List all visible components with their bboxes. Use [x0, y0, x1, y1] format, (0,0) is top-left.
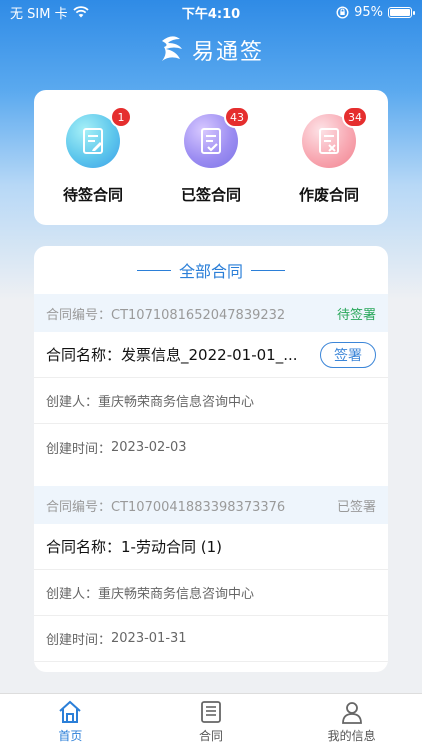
created-time-label: 创建时间： [46, 441, 112, 457]
contract-number: CT1070041883398373376 [111, 499, 286, 515]
home-icon [59, 700, 81, 723]
creator-label: 创建人： [46, 395, 99, 410]
contract-header: 合同编号：CT1071081652047839232 待签署 [34, 294, 388, 332]
item-spacer [34, 470, 388, 486]
void-contract-icon: 34 [302, 106, 368, 168]
contract-name-row: 合同名称：发票信息_2022-01-01_... 签署 [34, 332, 388, 378]
void-count-badge: 34 [342, 106, 368, 128]
all-contracts-title: 全部合同 [178, 262, 243, 281]
contract-item[interactable]: 合同编号：CT1070041883398373376 已签署 合同名称：1-劳动… [34, 486, 388, 662]
creator-row: 创建人： 重庆畅荣商务信息咨询中心 [34, 570, 388, 616]
contract-number: CT1071081652047839232 [111, 307, 286, 323]
contract-number-label: 合同编号： [46, 307, 112, 323]
document-icon [201, 701, 221, 723]
signed-count-badge: 43 [224, 106, 250, 128]
brand-name: 易通签 [191, 40, 264, 65]
title-divider-left [136, 269, 171, 271]
contract-item[interactable]: 合同编号：CT1071081652047839232 待签署 合同名称：发票信息… [34, 294, 388, 470]
contract-name-row: 合同名称：1-劳动合同 (1) [34, 524, 388, 570]
contract-name: 发票信息_2022-01-01_... [121, 346, 298, 364]
pending-count-badge: 1 [110, 106, 132, 128]
contract-name-label: 合同名称： [46, 346, 122, 364]
tab-home-label: 首页 [58, 729, 83, 743]
brand-logo: 易通签 [0, 30, 422, 70]
status-badge: 已签署 [336, 499, 376, 515]
quick-actions-card: 1 待签合同 43 已签合同 34 作废合同 [34, 90, 388, 225]
tab-my-info-label: 我的信息 [327, 729, 376, 743]
section-title: 全部合同 [34, 246, 388, 294]
void-contracts-label: 作废合同 [298, 186, 359, 204]
contract-number-label: 合同编号： [46, 499, 112, 515]
created-time-row: 创建时间： 2023-01-31 [34, 616, 388, 662]
contract-name: 1-劳动合同 (1) [121, 538, 222, 556]
tab-home[interactable]: 首页 [10, 700, 130, 744]
carrier-label: 无 SIM 卡 [10, 6, 68, 22]
pending-contracts-label: 待签合同 [62, 186, 123, 204]
contract-name-label: 合同名称： [46, 538, 122, 556]
orientation-lock-icon [336, 5, 349, 19]
pending-contract-icon: 1 [66, 106, 132, 168]
tab-bar: 首页 合同 我的信息 [0, 693, 422, 750]
tab-my-info[interactable]: 我的信息 [292, 700, 412, 744]
created-time-value: 2023-01-31 [111, 631, 187, 646]
status-badge: 待签署 [336, 307, 376, 323]
tab-contracts[interactable]: 合同 [151, 700, 271, 744]
signed-contracts-label: 已签合同 [180, 186, 241, 204]
creator-label: 创建人： [46, 587, 99, 602]
created-time-label: 创建时间： [46, 633, 112, 648]
quick-action-pending[interactable]: 1 待签合同 [43, 106, 143, 205]
logo-icon [161, 36, 182, 61]
created-time-value: 2023-02-03 [111, 439, 187, 455]
battery-icon [388, 6, 415, 18]
title-divider-right [251, 269, 285, 271]
creator-row: 创建人： 重庆畅荣商务信息咨询中心 [34, 378, 388, 424]
signed-contract-icon: 43 [184, 106, 250, 168]
wifi-icon [72, 6, 89, 18]
status-bar: 无 SIM 卡 下午4:10 95% [0, 0, 422, 24]
quick-action-void[interactable]: 34 作废合同 [279, 106, 379, 205]
created-time-row: 创建时间： 2023-02-03 [34, 424, 388, 470]
tab-contracts-label: 合同 [198, 729, 223, 743]
person-icon [341, 702, 362, 724]
quick-action-signed[interactable]: 43 已签合同 [161, 106, 261, 205]
creator-value: 重庆畅荣商务信息咨询中心 [98, 587, 255, 602]
contract-list-card: 全部合同 合同编号：CT1071081652047839232 待签署 合同名称… [34, 246, 388, 672]
battery-percent: 95% [354, 4, 383, 20]
creator-value: 重庆畅荣商务信息咨询中心 [98, 395, 255, 410]
sign-button[interactable]: 签署 [320, 341, 376, 368]
contract-header: 合同编号：CT1070041883398373376 已签署 [34, 486, 388, 524]
